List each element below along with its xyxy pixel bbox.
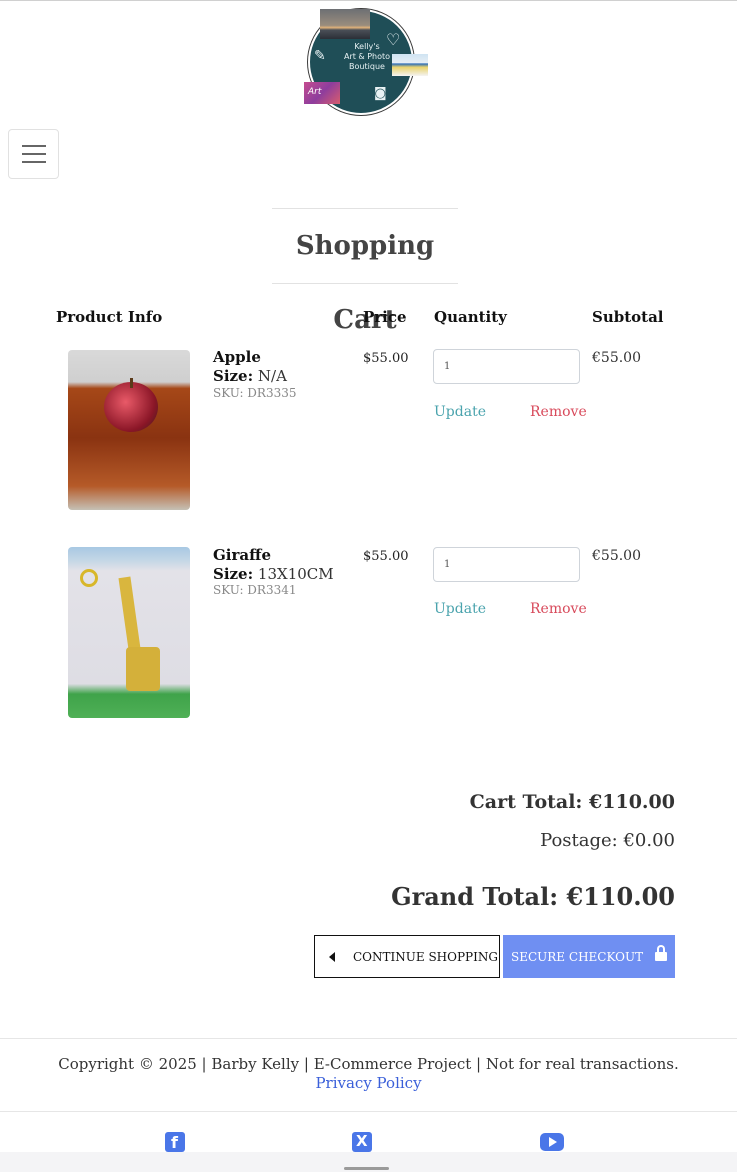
home-indicator — [344, 1167, 389, 1170]
footer-divider — [0, 1111, 737, 1112]
apple-drawing — [104, 382, 158, 432]
site-logo[interactable]: Art ♡ ✎ ◙ Kelly's Art & Photo Boutique — [302, 6, 432, 115]
postage: Postage: €0.00 — [540, 830, 675, 851]
product-price: $55.00 — [363, 351, 409, 366]
grand-total: Grand Total: €110.00 — [391, 882, 675, 911]
product-name: Apple — [213, 348, 261, 366]
header-product-info: Product Info — [56, 308, 163, 326]
continue-shopping-label: CONTINUE SHOPPING — [353, 949, 498, 964]
product-image-giraffe[interactable] — [68, 547, 190, 718]
page-title: Shopping Cart — [295, 231, 435, 335]
logo-text-line3: Boutique — [349, 62, 385, 71]
logo-sunset-photo — [320, 9, 370, 39]
continue-shopping-button[interactable]: CONTINUE SHOPPING — [314, 935, 500, 978]
x-twitter-icon[interactable]: X — [352, 1132, 372, 1152]
copyright-text: Copyright © 2025 | Barby Kelly | E-Comme… — [58, 1055, 679, 1073]
header-price: Price — [363, 308, 407, 326]
caret-left-icon — [329, 951, 335, 962]
logo-text-line2: Art & Photo — [343, 52, 391, 61]
secure-checkout-button[interactable]: SECURE CHECKOUT — [503, 935, 675, 978]
product-subtotal: €55.00 — [592, 548, 641, 564]
lock-icon — [655, 944, 668, 963]
logo-art-badge-text: Art — [308, 87, 322, 97]
hamburger-bar — [22, 161, 46, 163]
logo-text: Kelly's Art & Photo Boutique — [332, 42, 402, 72]
paintbrush-icon: ✎ — [314, 48, 326, 64]
sun-drawing — [80, 569, 98, 587]
quantity-input[interactable] — [433, 349, 580, 384]
page-title-block: Shopping Cart — [272, 208, 458, 335]
facebook-icon[interactable]: f — [165, 1132, 185, 1152]
apple-stem — [130, 378, 133, 388]
remove-link[interactable]: Remove — [530, 601, 587, 617]
product-sku: SKU: DR3335 — [213, 386, 297, 400]
product-size: Size: 13X10CM — [213, 565, 334, 583]
secure-checkout-label: SECURE CHECKOUT — [511, 949, 644, 964]
logo-text-line1: Kelly's — [354, 42, 380, 51]
camera-icon: ◙ — [374, 86, 387, 101]
menu-toggle-button[interactable] — [8, 129, 59, 179]
top-border — [0, 0, 737, 1]
product-subtotal: €55.00 — [592, 350, 641, 366]
update-link[interactable]: Update — [434, 404, 486, 420]
product-image-apple[interactable] — [68, 350, 190, 510]
product-size-label: Size: — [213, 367, 254, 385]
remove-link[interactable]: Remove — [530, 404, 587, 420]
quantity-input[interactable] — [433, 547, 580, 582]
youtube-icon[interactable] — [540, 1133, 564, 1151]
privacy-policy-link[interactable]: Privacy Policy — [0, 1074, 737, 1092]
product-size-value: N/A — [257, 367, 287, 385]
giraffe-body-drawing — [126, 647, 160, 691]
product-size-label: Size: — [213, 565, 254, 583]
header-subtotal: Subtotal — [592, 308, 664, 326]
product-name: Giraffe — [213, 546, 271, 564]
hamburger-bar — [22, 145, 46, 147]
update-link[interactable]: Update — [434, 601, 486, 617]
product-size-value: 13X10CM — [257, 565, 334, 583]
footer-divider — [0, 1038, 737, 1039]
product-price: $55.00 — [363, 549, 409, 564]
cart-total: Cart Total: €110.00 — [469, 791, 675, 813]
header-quantity: Quantity — [434, 308, 507, 326]
hamburger-bar — [22, 153, 46, 155]
giraffe-neck-drawing — [118, 576, 142, 658]
product-size: Size: N/A — [213, 367, 287, 385]
logo-art-badge: Art — [304, 82, 340, 104]
product-sku: SKU: DR3341 — [213, 583, 297, 597]
